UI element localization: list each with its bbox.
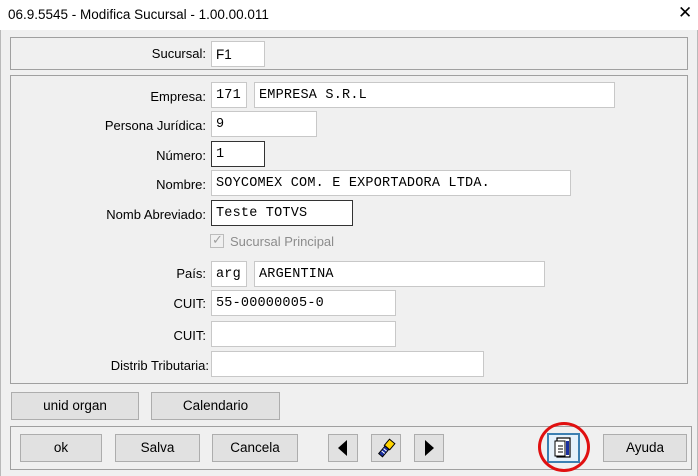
- search-flashlight-icon: [377, 438, 396, 458]
- nomb-abreviado-field[interactable]: Teste TOTVS: [211, 200, 353, 226]
- cuit2-field[interactable]: [211, 321, 396, 347]
- sucursal-field[interactable]: F1: [211, 41, 265, 67]
- calendario-button[interactable]: Calendario: [151, 392, 280, 420]
- pais-name-field[interactable]: ARGENTINA: [254, 261, 545, 287]
- empresa-name-field[interactable]: EMPRESA S.R.L: [254, 82, 615, 108]
- persona-juridica-label: Persona Jurídica:: [104, 118, 206, 133]
- unid-organ-button[interactable]: unid organ: [11, 392, 139, 420]
- cancela-button[interactable]: Cancela: [212, 434, 298, 462]
- next-record-button[interactable]: [414, 434, 444, 462]
- prev-record-button[interactable]: [328, 434, 358, 462]
- nomb-abreviado-label: Nomb Abreviado:: [106, 207, 206, 222]
- next-record-icon: [425, 440, 434, 456]
- sucursal-principal-label: Sucursal Principal: [230, 234, 335, 249]
- pais-label: País:: [176, 266, 206, 281]
- distrib-tributaria-field[interactable]: [211, 351, 484, 377]
- sucursal-label: Sucursal:: [151, 46, 206, 61]
- empresa-label: Empresa:: [150, 89, 206, 104]
- prev-record-icon: [338, 440, 347, 456]
- cuit-field[interactable]: 55-00000005-0: [211, 290, 396, 316]
- persona-juridica-field[interactable]: 9: [211, 111, 317, 137]
- numero-label: Número:: [156, 148, 206, 163]
- pais-code-field[interactable]: arg: [211, 261, 247, 287]
- ok-button[interactable]: ok: [20, 434, 102, 462]
- numero-field[interactable]: 1: [211, 141, 265, 167]
- close-icon[interactable]: ✕: [678, 3, 692, 23]
- window-title: 06.9.5545 - Modifica Sucursal - 1.00.00.…: [8, 7, 269, 22]
- distrib-tributaria-label: Distrib Tributaria:: [110, 358, 209, 373]
- title-bar: 06.9.5545 - Modifica Sucursal - 1.00.00.…: [0, 0, 698, 30]
- empresa-code-field[interactable]: 171: [211, 82, 247, 108]
- check-icon: ✓: [212, 232, 223, 247]
- search-button[interactable]: [371, 434, 401, 462]
- cuit2-label: CUIT:: [173, 328, 207, 343]
- cuit-label: CUIT:: [173, 296, 207, 311]
- nombre-field[interactable]: SOYCOMEX COM. E EXPORTADORA LTDA.: [211, 170, 571, 196]
- nombre-label: Nombre:: [156, 177, 206, 192]
- sucursal-panel: [10, 37, 688, 70]
- salva-button[interactable]: Salva: [115, 434, 200, 462]
- ayuda-button[interactable]: Ayuda: [603, 434, 687, 462]
- highlight-circle: [538, 422, 590, 472]
- sucursal-principal-checkbox[interactable]: ✓: [210, 232, 224, 248]
